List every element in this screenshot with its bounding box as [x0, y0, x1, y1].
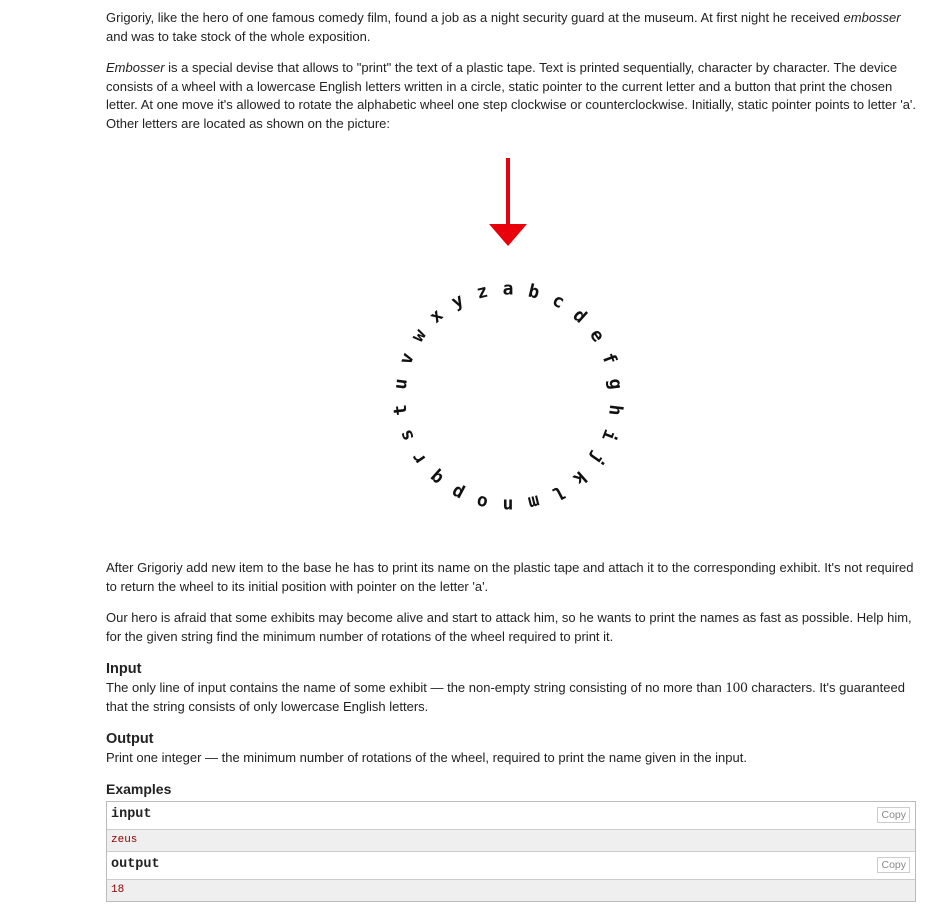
wheel-letter-h: h — [604, 403, 626, 416]
wheel-letter-t: t — [390, 403, 412, 416]
sample-output-header: output Copy — [107, 852, 915, 880]
max-length-number: 100 — [725, 680, 748, 696]
wheel-letter-i: i — [597, 427, 621, 445]
wheel-letter-a: a — [503, 279, 514, 300]
output-section-text: Print one integer — the minimum number o… — [106, 750, 747, 765]
wheel-letter-c: c — [549, 290, 568, 314]
paragraph-intro: Grigoriy, like the hero of one famous co… — [106, 9, 918, 46]
alphabet-wheel-figure: a b cdefghijklmnopqrstuvwxy z — [390, 158, 627, 516]
output-section-title: Output — [106, 731, 154, 747]
sample-input-label: input — [111, 807, 152, 822]
sample-output-value[interactable]: 18 — [111, 884, 124, 896]
wheel-letter-k: k — [568, 466, 590, 489]
sample-input-value[interactable]: zeus — [111, 834, 137, 846]
wheel-letter-n: n — [503, 495, 514, 516]
copy-input-button[interactable]: Copy — [877, 807, 910, 823]
paragraph-after: After Grigoriy add new item to the base … — [106, 560, 914, 594]
wheel-letter-g: g — [604, 377, 626, 390]
wheel-letter-d: d — [569, 305, 591, 328]
wheel-letter-y: y — [448, 290, 467, 314]
wheel-letter-p: p — [448, 481, 467, 505]
wheel-letter-l: l — [549, 481, 568, 505]
wheel-letter-x: x — [425, 305, 447, 328]
sample-test: input Copy zeus output Copy 18 — [106, 801, 916, 902]
sample-input-body: zeus — [107, 830, 915, 852]
wheel-letter-r: r — [407, 448, 431, 469]
wheel-letter-v: v — [395, 350, 419, 368]
wheel-letter-z: z — [474, 281, 490, 304]
wheel-letter-o: o — [474, 490, 490, 513]
text-span: The only line of input contains the name… — [106, 680, 726, 695]
wheel-letters: a b cdefghijklmnopqrstuvwxy z — [390, 279, 627, 516]
examples-title: Examples — [106, 781, 172, 797]
wheel-letter-m: m — [526, 490, 542, 513]
text-span: is a special devise that allows to "prin… — [106, 60, 917, 131]
wheel-letter-b: b — [526, 281, 542, 304]
sample-output-label: output — [111, 857, 160, 872]
emphasis-embosser: embosser — [843, 10, 901, 25]
emphasis-embosser: Embosser — [106, 60, 165, 75]
text-span: Grigoriy, like the hero of one famous co… — [106, 10, 844, 25]
wheel-letter-j: j — [585, 448, 608, 469]
wheel-letter-f: f — [597, 350, 620, 368]
sample-output-body: 18 — [107, 880, 915, 901]
text-span: and was to take stock of the whole expos… — [106, 28, 371, 44]
input-section-title: Input — [106, 661, 142, 677]
sample-input-header: input Copy — [107, 802, 915, 830]
pointer-arrow-icon — [489, 158, 527, 246]
wheel-letter-e: e — [585, 325, 609, 346]
wheel-letter-w: w — [407, 325, 431, 346]
wheel-letter-u: u — [390, 377, 412, 390]
paragraph-embosser: Embosser is a special devise that allows… — [106, 59, 918, 133]
wheel-letter-s: s — [395, 427, 418, 445]
wheel-letter-q: q — [425, 466, 447, 489]
copy-output-button[interactable]: Copy — [877, 857, 910, 873]
input-section-text: The only line of input contains the name… — [106, 679, 918, 716]
paragraph-task: Our hero is afraid that some exhibits ma… — [106, 610, 912, 644]
